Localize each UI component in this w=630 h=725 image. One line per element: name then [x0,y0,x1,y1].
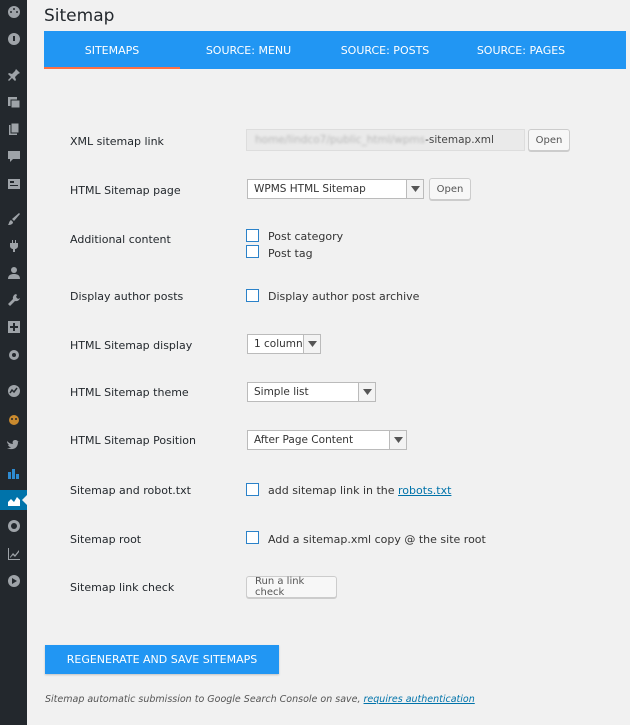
post-tag-label: Post tag [268,247,313,260]
chevron-down-icon [358,383,375,401]
sitemap-link-check-label: Sitemap link check [70,581,175,594]
analytics-icon[interactable] [0,381,27,401]
stats-icon[interactable] [0,463,27,483]
tab-source-posts[interactable]: SOURCE: POSTS [317,31,453,69]
footnote-text: Sitemap automatic submission to Google S… [45,694,364,705]
xml-sitemap-url-field[interactable]: home/lindco7/public_html/wpms-sitemap.xm… [246,129,525,151]
comments-icon[interactable] [0,146,27,166]
html-sitemap-display-value: 1 column [254,338,303,350]
users-icon[interactable] [0,263,27,283]
chevron-down-icon [406,180,423,198]
post-tag-checkbox[interactable] [246,245,259,258]
html-sitemap-theme-label: HTML Sitemap theme [70,386,189,399]
display-author-posts-label: Display author posts [70,290,184,303]
sitemap-root-label: Sitemap root [70,533,142,546]
chart-icon[interactable] [0,544,27,564]
sitemap-path-blurred: home/lindco7/public_html/wpms [255,134,426,146]
robots-txt-link[interactable]: robots.txt [398,484,451,497]
plugin-icon[interactable] [0,236,27,256]
open-html-sitemap-button[interactable]: Open [429,178,471,200]
pages-icon[interactable] [0,119,27,139]
plus-box-icon[interactable] [0,317,27,337]
additional-content-label: Additional content [70,233,171,246]
requires-authentication-link[interactable]: requires authentication [364,694,475,705]
html-sitemap-page-select[interactable]: WPMS HTML Sitemap [247,179,424,199]
layout-icon[interactable] [0,174,27,194]
robots-option-label: add sitemap link in the robots.txt [268,484,451,497]
html-sitemap-position-value: After Page Content [254,434,354,446]
html-sitemap-theme-select[interactable]: Simple list [247,382,376,402]
sitemap-robots-label: Sitemap and robot.txt [70,484,191,497]
chevron-down-icon [389,431,406,449]
html-sitemap-page-label: HTML Sitemap page [70,184,181,197]
mascot-icon[interactable] [0,409,27,429]
regenerate-save-button[interactable]: REGENERATE AND SAVE SITEMAPS [45,645,279,674]
brush-icon[interactable] [0,209,27,229]
twitter-icon[interactable] [0,435,27,455]
xml-sitemap-link-label: XML sitemap link [70,135,164,148]
post-category-checkbox[interactable] [246,229,259,242]
sitemap-path-suffix: -sitemap.xml [425,134,494,146]
gauge-icon[interactable] [0,29,27,49]
robots-checkbox[interactable] [246,483,259,496]
robots-option-text: add sitemap link in the [268,484,399,497]
pin-icon[interactable] [0,65,27,85]
html-sitemap-theme-value: Simple list [254,386,309,398]
sitemap-root-checkbox[interactable] [246,531,259,544]
tab-source-menu[interactable]: SOURCE: MENU [180,31,317,69]
eye-icon[interactable] [0,516,27,536]
html-sitemap-display-select[interactable]: 1 column [247,334,321,354]
html-sitemap-page-value: WPMS HTML Sitemap [254,183,366,195]
html-sitemap-position-select[interactable]: After Page Content [247,430,407,450]
run-link-check-button[interactable]: Run a link check [246,576,337,598]
author-archive-label: Display author post archive [268,290,420,303]
author-archive-checkbox[interactable] [246,289,259,302]
page-title: Sitemap [44,6,115,26]
html-sitemap-display-label: HTML Sitemap display [70,339,193,352]
html-sitemap-position-label: HTML Sitemap Position [70,434,196,447]
tools-icon[interactable] [0,290,27,310]
admin-sidebar [0,0,27,725]
tab-source-pages[interactable]: SOURCE: PAGES [453,31,589,69]
sitemap-root-option-label: Add a sitemap.xml copy @ the site root [268,533,486,546]
media-icon[interactable] [0,92,27,112]
tab-sitemaps[interactable]: SITEMAPS [44,31,180,69]
footnote: Sitemap automatic submission to Google S… [45,694,475,705]
post-category-label: Post category [268,230,344,243]
open-xml-sitemap-button[interactable]: Open [528,129,570,151]
chevron-down-icon [303,335,320,353]
tab-bar: SITEMAPS SOURCE: MENU SOURCE: POSTS SOUR… [44,31,626,69]
dashboard-icon[interactable] [0,2,27,22]
play-icon[interactable] [0,571,27,591]
settings-icon[interactable] [0,345,27,365]
sitemap-icon[interactable] [0,490,27,510]
